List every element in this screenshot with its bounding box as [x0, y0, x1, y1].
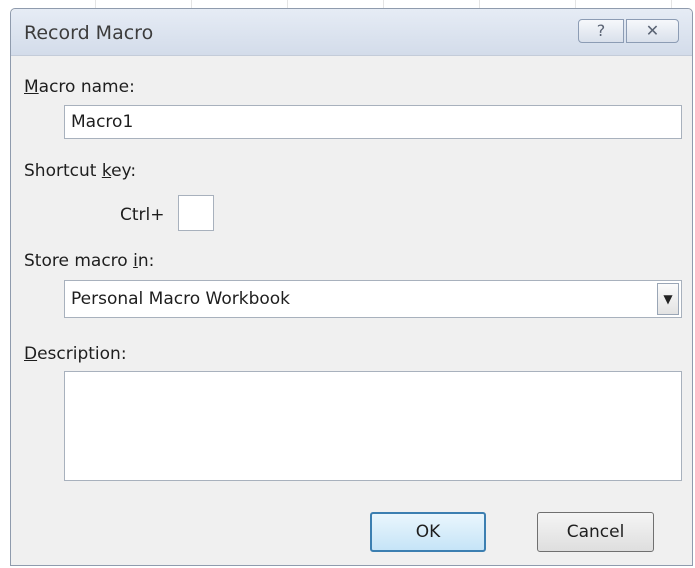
- close-button[interactable]: ✕: [626, 19, 679, 43]
- cancel-button[interactable]: Cancel: [537, 512, 654, 552]
- dropdown-arrow-button[interactable]: ▼: [657, 283, 679, 315]
- ok-button[interactable]: OK: [370, 512, 486, 552]
- macro-name-input[interactable]: [64, 105, 682, 139]
- shortcut-key-input[interactable]: [178, 195, 214, 231]
- ctrl-plus-label: Ctrl+: [120, 205, 165, 225]
- store-macro-in-label: Store macro in:: [24, 251, 155, 271]
- close-icon: ✕: [645, 21, 660, 40]
- dialog-title: Record Macro: [24, 22, 154, 44]
- question-mark-icon: ?: [596, 21, 606, 40]
- help-button[interactable]: ?: [578, 19, 624, 43]
- description-label: Description:: [24, 344, 127, 364]
- store-macro-dropdown[interactable]: Personal Macro Workbook ▼: [64, 280, 682, 318]
- shortcut-key-label: Shortcut key:: [24, 161, 137, 181]
- store-macro-selected-value: Personal Macro Workbook: [71, 289, 291, 309]
- chevron-down-icon: ▼: [663, 292, 673, 306]
- macro-name-label: Macro name:: [24, 77, 135, 97]
- record-macro-dialog: Record Macro ? ✕ Macro name: Shortcut ke…: [10, 8, 693, 566]
- description-textarea[interactable]: [64, 371, 682, 481]
- title-bar: Record Macro ? ✕: [11, 9, 692, 56]
